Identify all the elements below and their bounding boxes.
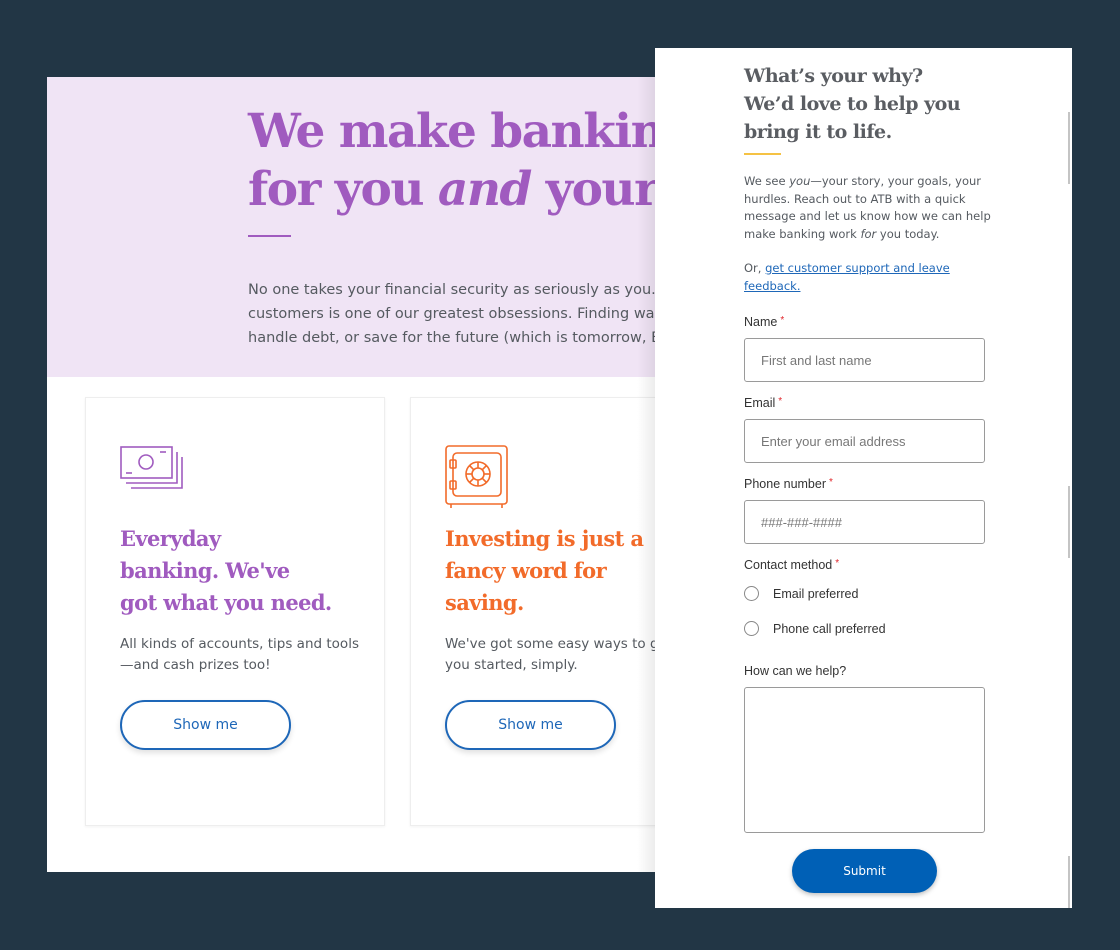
card-description: All kinds of accounts, tips and tools —a… [120,634,359,676]
hero-title-emphasis: and [437,162,533,217]
support-text: Or, get customer support and leave feedb… [744,260,950,295]
scroll-thumb[interactable] [1068,486,1070,558]
required-marker: * [780,315,785,326]
hero-title-text: for you [248,162,438,217]
card-description-line: All kinds of accounts, tips and tools [120,636,359,652]
form-intro-line: We see you—your story, your goals, your [744,173,991,191]
email-preferred-radio[interactable]: Email preferred [744,586,858,601]
safe-icon [445,445,509,513]
phone-label-text: Phone number [744,477,827,491]
intro-text: —your story, your goals, your [810,174,982,188]
email-label: Email * [744,396,782,410]
intro-emphasis: you [789,174,811,188]
card-title-line: got what you need. [120,590,332,615]
background-page: We make bankin for you and your No one t… [47,77,667,872]
required-marker: * [778,396,783,407]
card-description-line: —and cash prizes too! [120,657,271,673]
scroll-thumb[interactable] [1068,112,1070,184]
form-title-line: We’d love to help you [744,93,961,115]
everyday-banking-card: Everyday banking. We've got what you nee… [85,397,385,826]
help-textarea[interactable] [744,687,985,833]
hero-section: We make bankin for you and your No one t… [47,77,667,377]
card-description-line: you started, simply. [445,657,578,673]
radio-button[interactable] [744,586,759,601]
hero-title-line-1: We make bankin [248,104,665,159]
email-label-text: Email [744,396,776,410]
scroll-thumb[interactable] [1068,856,1070,908]
hero-body-line: handle debt, or save for the future (whi… [248,330,662,346]
name-input[interactable] [744,338,985,382]
show-me-button[interactable]: Show me [120,700,291,750]
radio-label: Phone call preferred [773,621,886,636]
support-prefix: Or, [744,261,766,275]
form-intro-line: message and let us know how we can help [744,209,991,223]
form-title-line: bring it to life. [744,121,892,143]
phone-call-preferred-radio[interactable]: Phone call preferred [744,621,886,636]
intro-text: We see [744,174,790,188]
hero-title-line-2: for you and your [248,161,663,219]
money-stack-icon [120,446,184,498]
name-label-text: Name [744,315,778,329]
form-title: What’s your why? We’d love to help you b… [744,62,961,146]
customer-support-link-continued[interactable]: feedback. [744,279,800,293]
contact-method-label-text: Contact method [744,558,833,572]
hero-body: No one takes your financial security as … [248,278,667,350]
card-title-line: Everyday [120,526,221,551]
contact-method-label: Contact method * [744,558,839,572]
card-description: We've got some easy ways to get you star… [445,634,667,676]
card-title-line: fancy word for [445,558,607,583]
hero-body-line: No one takes your financial security as … [248,282,667,298]
card-title-line: saving. [445,590,524,615]
name-label: Name * [744,315,784,329]
contact-form-panel: What’s your why? We’d love to help you b… [655,48,1072,908]
submit-button[interactable]: Submit [792,849,937,893]
form-intro: We see you—your story, your goals, your … [744,173,991,243]
investing-card: Investing is just a fancy word for savin… [410,397,667,826]
radio-button[interactable] [744,621,759,636]
form-title-line: What’s your why? [744,65,923,87]
help-label: How can we help? [744,664,847,678]
intro-emphasis: for [860,226,877,241]
email-input[interactable] [744,419,985,463]
show-me-button[interactable]: Show me [445,700,616,750]
card-title: Investing is just a fancy word for savin… [445,523,644,619]
card-title-line: Investing is just a [445,526,644,551]
card-title-line: banking. We've [120,558,290,583]
form-intro-line: make banking work for you today. [744,226,991,244]
required-marker: * [829,477,833,488]
form-title-divider [744,153,781,155]
radio-label: Email preferred [773,586,859,601]
intro-text: you today. [876,226,940,241]
required-marker: * [835,558,840,569]
hero-body-line: customers is one of our greatest obsessi… [248,306,664,322]
hero-divider [248,235,291,237]
scrollbar[interactable] [1066,48,1072,908]
intro-text: make banking work [744,226,861,241]
phone-input[interactable] [744,500,985,544]
form-intro-line: hurdles. Reach out to ATB with a quick [744,191,966,206]
hero-title: We make bankin for you and your [248,103,665,219]
card-title: Everyday banking. We've got what you nee… [120,523,332,619]
card-description-line: We've got some easy ways to get [445,636,667,652]
phone-label: Phone number * [744,477,833,491]
customer-support-link[interactable]: get customer support and leave [765,261,950,275]
